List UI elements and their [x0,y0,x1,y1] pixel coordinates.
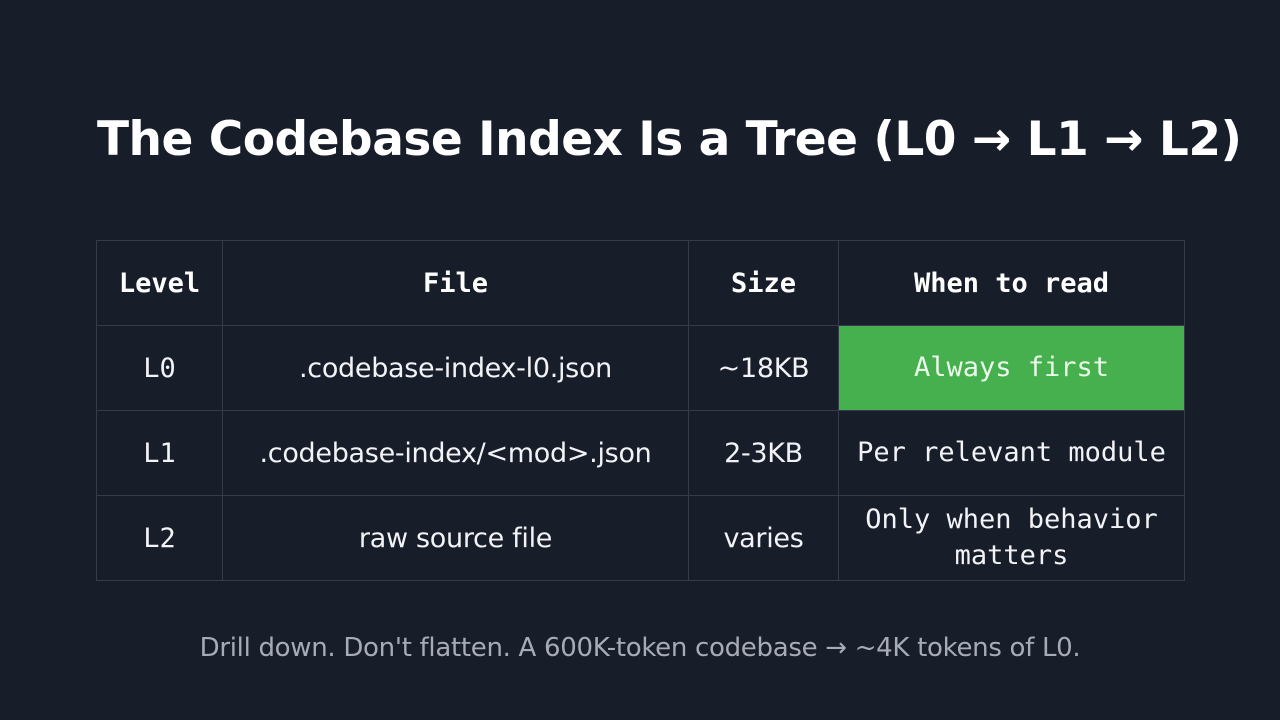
header-file: File [222,240,689,326]
when-cell-highlighted: Always first [838,325,1185,411]
level-cell: L1 [96,410,223,496]
table-row: L1 .codebase-index/<mod>.json 2-3KB Per … [96,410,1185,496]
level-cell: L0 [96,325,223,411]
file-cell: .codebase-index/<mod>.json [222,410,689,496]
header-level: Level [96,240,223,326]
when-cell: Only when behavior matters [838,495,1185,581]
size-cell: 2-3KB [688,410,839,496]
when-cell: Per relevant module [838,410,1185,496]
table-header-row: Level File Size When to read [96,240,1185,326]
size-cell: ~18KB [688,325,839,411]
index-levels-table: Level File Size When to read L0 .codebas… [96,240,1185,581]
table-row: L0 .codebase-index-l0.json ~18KB Always … [96,325,1185,411]
level-cell: L2 [96,495,223,581]
header-size: Size [688,240,839,326]
header-when-to-read: When to read [838,240,1185,326]
footer-note: Drill down. Don't flatten. A 600K-token … [199,633,1081,663]
size-cell: varies [688,495,839,581]
slide-title: The Codebase Index Is a Tree (L0 → L1 → … [97,112,1242,167]
table-row: L2 raw source file varies Only when beha… [96,495,1185,581]
file-cell: raw source file [222,495,689,581]
file-cell: .codebase-index-l0.json [222,325,689,411]
